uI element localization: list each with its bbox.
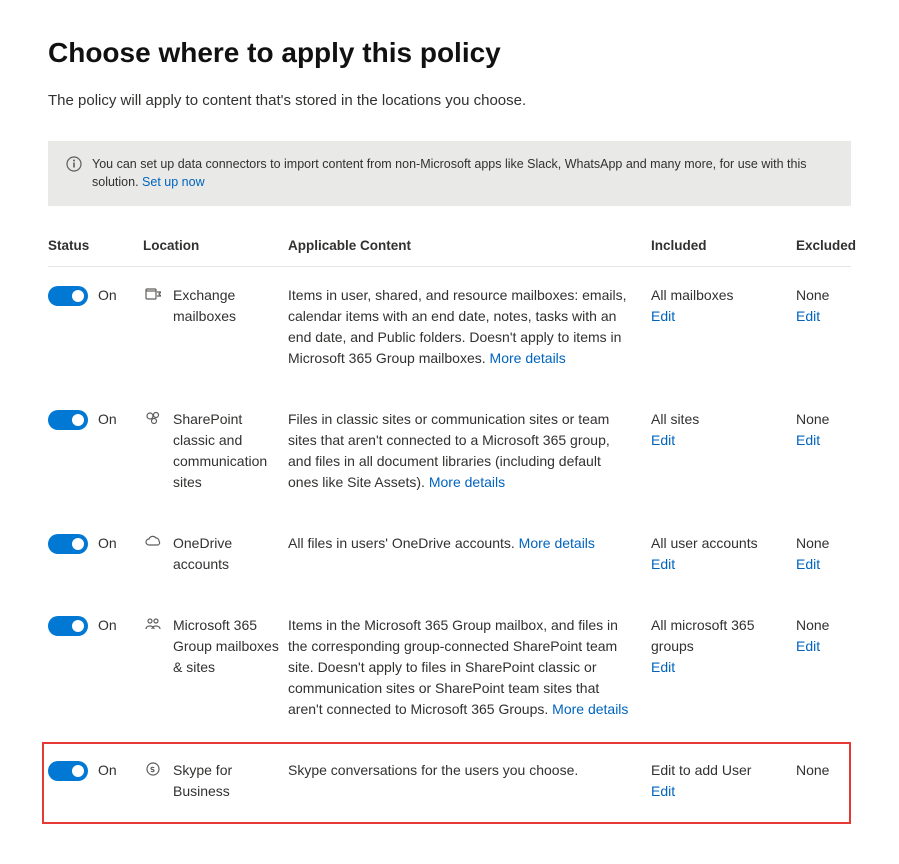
location-cell: Exchange mailboxes	[143, 285, 288, 327]
table-row: On OneDrive accountsAll files in users' …	[48, 515, 851, 597]
excluded-edit-link[interactable]: Edit	[796, 430, 851, 451]
header-location: Location	[143, 236, 288, 256]
more-details-link[interactable]: More details	[552, 701, 628, 717]
status-cell: On	[48, 760, 143, 781]
location-cell: Skype for Business	[143, 760, 288, 802]
skype-icon	[143, 760, 163, 778]
header-excluded: Excluded	[796, 236, 851, 256]
header-included: Included	[651, 236, 796, 256]
status-toggle[interactable]	[48, 534, 88, 554]
status-cell: On	[48, 615, 143, 636]
location-label: Microsoft 365 Group mailboxes & sites	[173, 615, 288, 678]
excluded-value: None	[796, 615, 851, 636]
content-text: Skype conversations for the users you ch…	[288, 762, 578, 778]
setup-now-link[interactable]: Set up now	[142, 175, 205, 189]
location-cell: SharePoint classic and communication sit…	[143, 409, 288, 493]
table-row: On Microsoft 365 Group mailboxes & sites…	[48, 597, 851, 742]
status-cell: On	[48, 533, 143, 554]
excluded-edit-link[interactable]: Edit	[796, 636, 851, 657]
info-text-wrap: You can set up data connectors to import…	[92, 155, 833, 193]
included-value: Edit to add User	[651, 760, 796, 781]
included-edit-link[interactable]: Edit	[651, 554, 796, 575]
status-label: On	[98, 285, 117, 306]
exchange-icon	[143, 285, 163, 303]
included-value: All microsoft 365 groups	[651, 615, 796, 657]
content-text: All files in users' OneDrive accounts.	[288, 535, 519, 551]
content-cell: Items in the Microsoft 365 Group mailbox…	[288, 615, 651, 720]
table-row: On Skype for BusinessSkype conversations…	[42, 742, 851, 824]
locations-table: Status Location Applicable Content Inclu…	[48, 236, 851, 824]
included-cell: All microsoft 365 groupsEdit	[651, 615, 796, 678]
header-content: Applicable Content	[288, 236, 651, 256]
location-cell: OneDrive accounts	[143, 533, 288, 575]
info-icon	[66, 156, 82, 172]
status-toggle[interactable]	[48, 286, 88, 306]
included-edit-link[interactable]: Edit	[651, 781, 796, 802]
excluded-value: None	[796, 285, 851, 306]
excluded-value: None	[796, 760, 851, 781]
excluded-value: None	[796, 409, 851, 430]
page-title: Choose where to apply this policy	[48, 32, 851, 74]
included-value: All mailboxes	[651, 285, 796, 306]
table-row: On Exchange mailboxesItems in user, shar…	[48, 267, 851, 391]
content-cell: Skype conversations for the users you ch…	[288, 760, 651, 781]
location-label: Exchange mailboxes	[173, 285, 288, 327]
excluded-edit-link[interactable]: Edit	[796, 554, 851, 575]
content-cell: Items in user, shared, and resource mail…	[288, 285, 651, 369]
status-toggle[interactable]	[48, 616, 88, 636]
info-banner: You can set up data connectors to import…	[48, 141, 851, 207]
more-details-link[interactable]: More details	[429, 474, 505, 490]
included-cell: Edit to add UserEdit	[651, 760, 796, 802]
onedrive-icon	[143, 533, 163, 551]
table-row: On SharePoint classic and communication …	[48, 391, 851, 515]
content-cell: Files in classic sites or communication …	[288, 409, 651, 493]
excluded-cell: NoneEdit	[796, 285, 851, 327]
status-label: On	[98, 760, 117, 781]
more-details-link[interactable]: More details	[519, 535, 595, 551]
status-cell: On	[48, 409, 143, 430]
status-label: On	[98, 615, 117, 636]
table-header: Status Location Applicable Content Inclu…	[48, 236, 851, 267]
sharepoint-icon	[143, 409, 163, 427]
location-label: Skype for Business	[173, 760, 288, 802]
location-label: OneDrive accounts	[173, 533, 288, 575]
included-cell: All sitesEdit	[651, 409, 796, 451]
status-toggle[interactable]	[48, 761, 88, 781]
excluded-edit-link[interactable]: Edit	[796, 306, 851, 327]
included-edit-link[interactable]: Edit	[651, 657, 796, 678]
excluded-cell: NoneEdit	[796, 533, 851, 575]
location-cell: Microsoft 365 Group mailboxes & sites	[143, 615, 288, 678]
included-edit-link[interactable]: Edit	[651, 306, 796, 327]
included-value: All sites	[651, 409, 796, 430]
status-toggle[interactable]	[48, 410, 88, 430]
included-value: All user accounts	[651, 533, 796, 554]
more-details-link[interactable]: More details	[490, 350, 566, 366]
location-label: SharePoint classic and communication sit…	[173, 409, 288, 493]
excluded-cell: None	[796, 760, 851, 781]
status-cell: On	[48, 285, 143, 306]
header-status: Status	[48, 236, 143, 256]
included-cell: All mailboxesEdit	[651, 285, 796, 327]
excluded-cell: NoneEdit	[796, 615, 851, 657]
content-text: Items in user, shared, and resource mail…	[288, 287, 627, 366]
excluded-cell: NoneEdit	[796, 409, 851, 451]
content-cell: All files in users' OneDrive accounts. M…	[288, 533, 651, 554]
excluded-value: None	[796, 533, 851, 554]
groups-icon	[143, 615, 163, 633]
included-cell: All user accountsEdit	[651, 533, 796, 575]
included-edit-link[interactable]: Edit	[651, 430, 796, 451]
status-label: On	[98, 533, 117, 554]
status-label: On	[98, 409, 117, 430]
page-subtitle: The policy will apply to content that's …	[48, 90, 851, 113]
